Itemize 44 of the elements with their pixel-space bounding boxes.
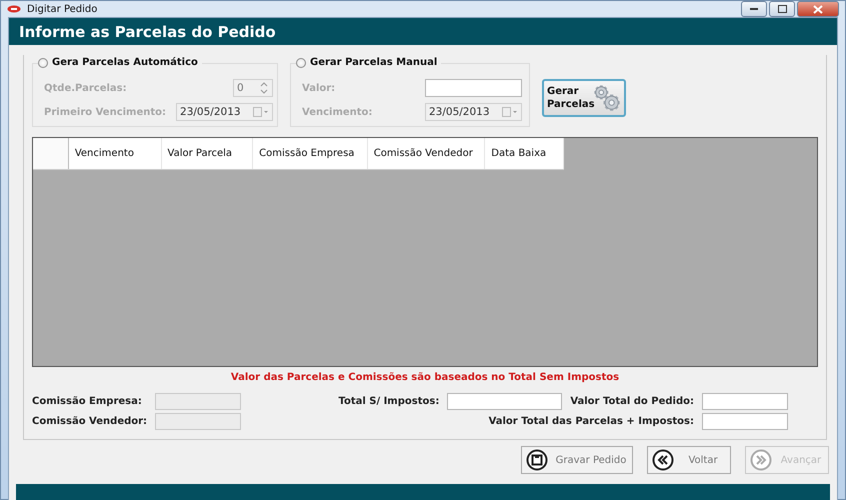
app-icon [7,5,21,13]
spinner-arrows-icon [259,81,270,95]
column-header[interactable]: Vencimento [68,138,162,169]
field-label: Comissão Vendedor: [32,416,148,427]
radio-button[interactable] [38,58,48,68]
field-label: Valor Total das Parcelas + Impostos: [488,416,694,427]
input-field[interactable] [702,413,788,430]
input-field[interactable] [447,393,562,410]
field-label: Primeiro Vencimento: [44,106,166,118]
field-label: Valor Total do Pedido: [570,396,694,407]
field-label: Qtde.Parcelas: [44,82,128,94]
close-button[interactable] [797,1,839,17]
spinner-field[interactable]: 0 [233,79,274,97]
field-label: Vencimento: [302,106,374,118]
radio-button[interactable] [296,58,306,68]
minimize-button[interactable] [741,1,767,17]
double-left-chevron-icon [652,449,674,471]
generate-button[interactable]: Gerar Parcelas [542,79,626,117]
input-field[interactable] [702,393,788,410]
calendar-dropdown-icon [253,107,270,117]
group-label: Gera Parcelas Automático [52,56,198,70]
column-header[interactable]: Comissão Empresa [253,138,368,169]
group-label: Gerar Parcelas Manual [310,56,438,70]
calendar-dropdown-icon [502,107,518,117]
save-button[interactable]: Gravar Pedido [521,446,633,474]
field-label: Total S/ Impostos: [338,396,440,407]
back-button[interactable]: Voltar [647,446,731,474]
field-label: Comissão Empresa: [32,396,143,407]
field-label: Valor: [302,82,336,94]
date-field[interactable]: 23/05/2013 [176,103,274,121]
input-field[interactable] [425,79,522,97]
window-title: Digitar Pedido [27,4,98,14]
date-field[interactable]: 23/05/2013 [425,103,522,121]
column-header[interactable]: Comissão Vendedor [368,138,486,169]
maximize-icon [778,5,786,13]
column-header[interactable]: Valor Parcela [162,138,254,169]
save-icon [526,449,548,471]
close-icon [813,4,823,14]
minimize-icon [750,8,758,10]
double-right-chevron-icon [750,449,772,471]
header-title: Informe as Parcelas do Pedido [9,18,837,45]
column-header[interactable]: Data Baixa [485,138,564,169]
info-note: Valor das Parcelas e Comissões são baseados no Total Sem Impostos [230,372,620,383]
maximize-button[interactable] [769,1,795,17]
